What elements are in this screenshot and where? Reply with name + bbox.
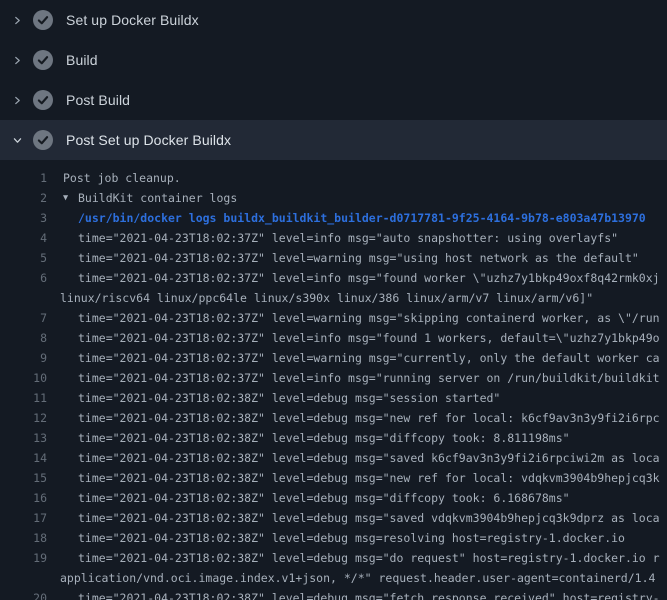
log-text: linux/riscv64 linux/ppc64le linux/s390x …: [60, 288, 593, 308]
log-text: time="2021-04-23T18:02:38Z" level=debug …: [78, 468, 660, 488]
log-line-number[interactable]: 16: [0, 488, 47, 508]
log-line-number[interactable]: 19: [0, 548, 47, 568]
steps-list: Set up Docker Buildx Build Post Build: [0, 0, 667, 160]
step-row-1[interactable]: Build: [0, 40, 667, 80]
log-line: 15 time="2021-04-23T18:02:38Z" level=deb…: [0, 468, 667, 488]
log-text: time="2021-04-23T18:02:38Z" level=debug …: [78, 508, 660, 528]
log-line-number[interactable]: 20: [0, 588, 47, 600]
log-line-number[interactable]: 13: [0, 428, 47, 448]
actions-log-viewer: Set up Docker Buildx Build Post Build: [0, 0, 667, 600]
log-line: 6 time="2021-04-23T18:02:37Z" level=info…: [0, 268, 667, 288]
step-label: Set up Docker Buildx: [66, 12, 199, 28]
log-line: 7 time="2021-04-23T18:02:37Z" level=warn…: [0, 308, 667, 328]
log-line-number[interactable]: 8: [0, 328, 47, 348]
log-line: 1 Post job cleanup.: [0, 168, 667, 188]
log-line-number[interactable]: 10: [0, 368, 47, 388]
log-line: 20 time="2021-04-23T18:02:38Z" level=deb…: [0, 588, 667, 600]
log-line: 18 time="2021-04-23T18:02:38Z" level=deb…: [0, 528, 667, 548]
log-text: time="2021-04-23T18:02:37Z" level=info m…: [78, 368, 660, 388]
log-line-number[interactable]: 14: [0, 448, 47, 468]
log-line: 17 time="2021-04-23T18:02:38Z" level=deb…: [0, 508, 667, 528]
log-line: 5 time="2021-04-23T18:02:37Z" level=warn…: [0, 248, 667, 268]
log-line: 9 time="2021-04-23T18:02:37Z" level=warn…: [0, 348, 667, 368]
chevron-icon: [12, 135, 23, 146]
log-line: 10 time="2021-04-23T18:02:37Z" level=inf…: [0, 368, 667, 388]
command-text: /usr/bin/docker logs buildx_buildkit_bui…: [78, 208, 646, 228]
log-line-number[interactable]: 11: [0, 388, 47, 408]
log-line: 12 time="2021-04-23T18:02:38Z" level=deb…: [0, 408, 667, 428]
log-line: 3 /usr/bin/docker logs buildx_buildkit_b…: [0, 208, 667, 228]
log-text: time="2021-04-23T18:02:38Z" level=debug …: [78, 488, 570, 508]
log-text: time="2021-04-23T18:02:37Z" level=warnin…: [78, 308, 660, 328]
step-row-0[interactable]: Set up Docker Buildx: [0, 0, 667, 40]
log-line-number[interactable]: 4: [0, 228, 47, 248]
step-row-3[interactable]: Post Set up Docker Buildx: [0, 120, 667, 160]
log-line-number[interactable]: [0, 288, 47, 308]
log-text: time="2021-04-23T18:02:38Z" level=debug …: [78, 448, 660, 468]
log-line-number[interactable]: 1: [0, 168, 47, 188]
log-line-number[interactable]: 6: [0, 268, 47, 288]
log-line-number[interactable]: 2: [0, 188, 47, 208]
log-text: time="2021-04-23T18:02:37Z" level=warnin…: [78, 248, 639, 268]
log-text: time="2021-04-23T18:02:38Z" level=debug …: [78, 408, 660, 428]
log-line-number[interactable]: 5: [0, 248, 47, 268]
log-text: time="2021-04-23T18:02:38Z" level=debug …: [78, 528, 625, 548]
log-line: 14 time="2021-04-23T18:02:38Z" level=deb…: [0, 448, 667, 468]
chevron-icon: [12, 15, 23, 26]
log-text: BuildKit container logs: [78, 188, 237, 208]
log-line: 13 time="2021-04-23T18:02:38Z" level=deb…: [0, 428, 667, 448]
log-text: time="2021-04-23T18:02:37Z" level=warnin…: [78, 348, 660, 368]
log-line-number[interactable]: 12: [0, 408, 47, 428]
chevron-icon: [12, 55, 23, 66]
log-line-number[interactable]: 18: [0, 528, 47, 548]
log-line: linux/riscv64 linux/ppc64le linux/s390x …: [0, 288, 667, 308]
log-line: 2 ▼BuildKit container logs: [0, 188, 667, 208]
log-text: time="2021-04-23T18:02:37Z" level=info m…: [78, 328, 660, 348]
group-toggle-icon[interactable]: ▼: [63, 188, 78, 208]
log-line: 19 time="2021-04-23T18:02:38Z" level=deb…: [0, 548, 667, 568]
log-line-number[interactable]: 15: [0, 468, 47, 488]
log-line-number[interactable]: 17: [0, 508, 47, 528]
chevron-icon: [12, 95, 23, 106]
log-text: time="2021-04-23T18:02:38Z" level=debug …: [78, 388, 500, 408]
log-text: application/vnd.oci.image.index.v1+json,…: [60, 568, 655, 588]
check-circle-icon: [33, 130, 53, 150]
check-circle-icon: [33, 90, 53, 110]
log-line-number[interactable]: [0, 568, 47, 588]
step-label: Post Build: [66, 92, 130, 108]
check-circle-icon: [33, 10, 53, 30]
log-text: time="2021-04-23T18:02:38Z" level=debug …: [78, 588, 660, 600]
log-line-number[interactable]: 3: [0, 208, 47, 228]
log-text: time="2021-04-23T18:02:37Z" level=info m…: [78, 268, 660, 288]
step-row-2[interactable]: Post Build: [0, 80, 667, 120]
log-line: 8 time="2021-04-23T18:02:37Z" level=info…: [0, 328, 667, 348]
log-line-number[interactable]: 7: [0, 308, 47, 328]
log-line: 11 time="2021-04-23T18:02:38Z" level=deb…: [0, 388, 667, 408]
step-label: Build: [66, 52, 98, 68]
log-text: time="2021-04-23T18:02:38Z" level=debug …: [78, 548, 660, 568]
log-line: application/vnd.oci.image.index.v1+json,…: [0, 568, 667, 588]
log-line: 16 time="2021-04-23T18:02:38Z" level=deb…: [0, 488, 667, 508]
log-line: 4 time="2021-04-23T18:02:37Z" level=info…: [0, 228, 667, 248]
log-area: 1 Post job cleanup. 2 ▼BuildKit containe…: [0, 160, 667, 600]
log-text: time="2021-04-23T18:02:37Z" level=info m…: [78, 228, 618, 248]
check-circle-icon: [33, 50, 53, 70]
log-line-number[interactable]: 9: [0, 348, 47, 368]
log-text: Post job cleanup.: [63, 168, 181, 188]
log-text: time="2021-04-23T18:02:38Z" level=debug …: [78, 428, 570, 448]
step-label: Post Set up Docker Buildx: [66, 132, 231, 148]
